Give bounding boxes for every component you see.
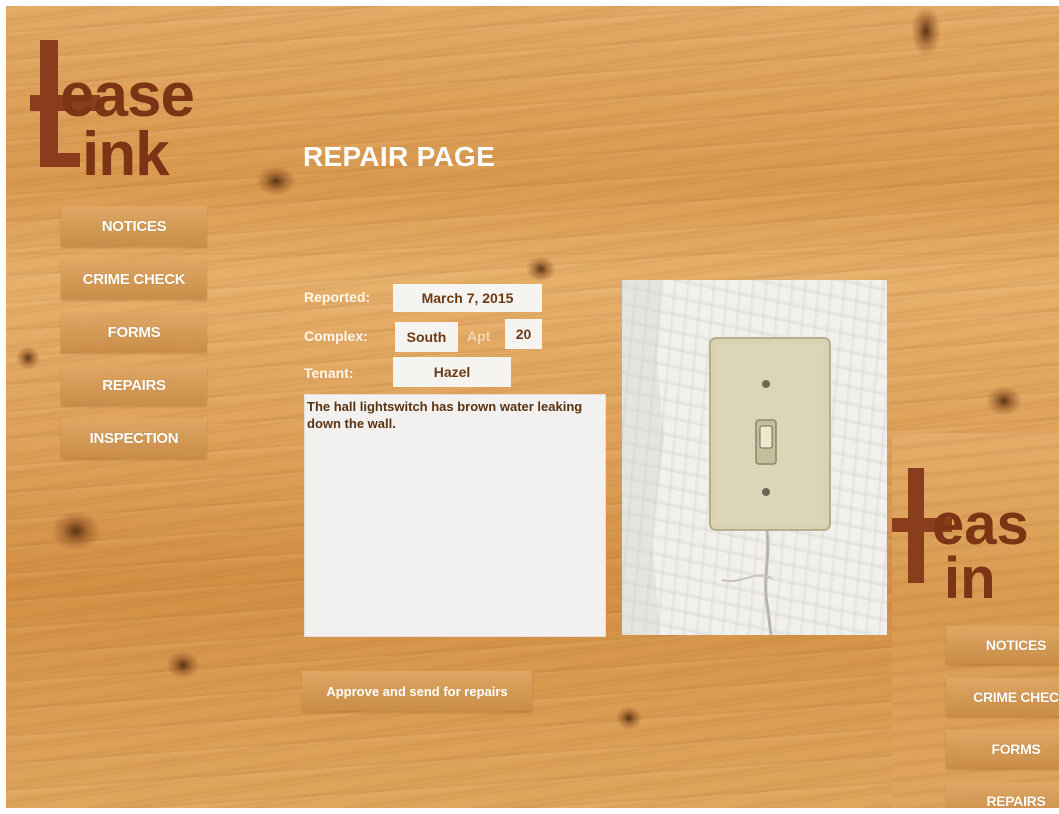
light-switch-photo [622, 280, 887, 635]
apt-field[interactable]: 20 [505, 319, 542, 349]
reported-date-field[interactable]: March 7, 2015 [393, 284, 542, 312]
nav-notices[interactable]: NOTICES [61, 206, 207, 246]
lease-link-logo-duplicate: eas in [892, 468, 1059, 608]
approve-and-send-button[interactable]: Approve and send for repairs [302, 671, 532, 711]
dup-nav-repairs[interactable]: REPAIRS [946, 782, 1059, 808]
wood-knot [986, 386, 1022, 416]
dup-nav-crime-check[interactable]: CRIME CHEC [946, 678, 1059, 716]
reported-label: Reported: [304, 289, 371, 305]
wood-knot [911, 6, 941, 56]
nav-crime-check[interactable]: CRIME CHECK [61, 259, 207, 299]
tenant-label: Tenant: [304, 365, 354, 381]
complex-label: Complex: [304, 328, 368, 344]
light-switch-image [622, 280, 831, 635]
dup-nav-notices[interactable]: NOTICES [946, 626, 1059, 664]
wood-knot [51, 511, 101, 551]
nav-forms[interactable]: FORMS [61, 312, 207, 352]
nav-inspection[interactable]: INSPECTION [61, 418, 207, 458]
nav-repairs[interactable]: REPAIRS [61, 365, 207, 405]
logo-text-line2: ink [82, 120, 170, 189]
logo-l-stroke [40, 153, 80, 167]
wood-knot [526, 256, 556, 282]
duplicate-page-preview: eas in NOTICES CRIME CHEC FORMS REPAIRS [892, 433, 1059, 808]
tenant-field[interactable]: Hazel [393, 357, 511, 387]
lease-link-logo[interactable]: ease ink [30, 35, 270, 186]
wood-knot [16, 346, 40, 370]
wood-knot [166, 651, 200, 679]
logo-text-line2: in [944, 546, 996, 611]
logo-text-line1: ease [60, 61, 195, 130]
complex-field[interactable]: South [395, 322, 458, 352]
apt-label: Apt [467, 328, 491, 344]
dup-nav-forms[interactable]: FORMS [946, 730, 1059, 768]
description-textarea[interactable]: The hall lightswitch has brown water lea… [304, 394, 606, 637]
wood-seam [6, 253, 1059, 254]
wood-knot [616, 706, 642, 730]
page-title: REPAIR PAGE [303, 141, 496, 172]
